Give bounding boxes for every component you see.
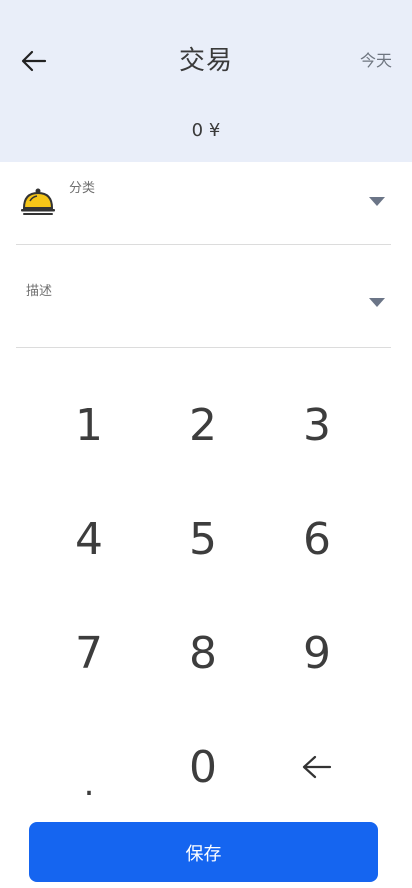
service-bell-icon bbox=[21, 188, 55, 215]
save-button[interactable]: 保存 bbox=[29, 822, 378, 882]
caret-down-icon bbox=[369, 197, 385, 206]
key-9[interactable]: 9 bbox=[260, 596, 374, 710]
key-1[interactable]: 1 bbox=[32, 368, 146, 482]
key-0[interactable]: 0 bbox=[146, 710, 260, 824]
description-field[interactable]: 描述 bbox=[16, 245, 391, 348]
key-4[interactable]: 4 bbox=[32, 482, 146, 596]
key-8[interactable]: 8 bbox=[146, 596, 260, 710]
date-selector[interactable]: 今天 bbox=[360, 50, 392, 72]
key-decimal[interactable]: . bbox=[32, 710, 146, 824]
amount-display: 0 ¥ bbox=[191, 120, 221, 141]
key-5[interactable]: 5 bbox=[146, 482, 260, 596]
caret-down-icon bbox=[369, 298, 385, 307]
backspace-key[interactable] bbox=[260, 710, 374, 824]
key-6[interactable]: 6 bbox=[260, 482, 374, 596]
backspace-arrow-icon bbox=[302, 755, 332, 779]
category-field[interactable]: 分类 bbox=[16, 162, 391, 245]
category-label: 分类 bbox=[69, 181, 96, 196]
page-title: 交易 bbox=[178, 46, 233, 76]
key-3[interactable]: 3 bbox=[260, 368, 374, 482]
key-2[interactable]: 2 bbox=[146, 368, 260, 482]
description-label: 描述 bbox=[26, 284, 53, 299]
numeric-keypad: 1 2 3 4 5 6 7 8 9 . 0 bbox=[32, 368, 374, 824]
transaction-header: 交易 今天 0 ¥ bbox=[0, 0, 412, 162]
key-7[interactable]: 7 bbox=[32, 596, 146, 710]
